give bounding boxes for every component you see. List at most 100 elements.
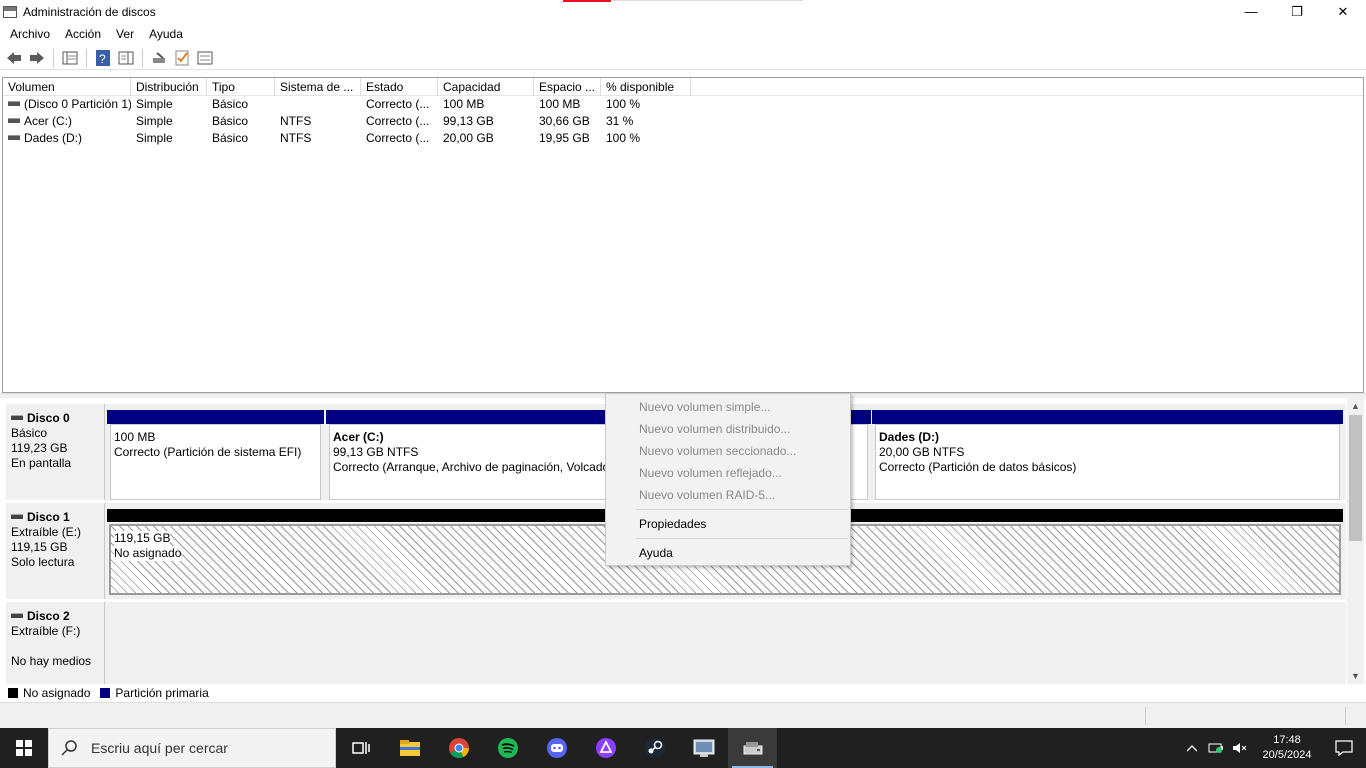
table-cell: 31 %: [606, 114, 634, 128]
disk-type: Básico: [11, 426, 48, 440]
menu-new-simple-volume[interactable]: Nuevo volumen simple...: [606, 396, 850, 418]
menu-ver[interactable]: Ver: [111, 27, 139, 41]
battery-network-icon[interactable]: [1204, 728, 1228, 768]
menu-new-striped-volume[interactable]: Nuevo volumen seccionado...: [606, 440, 850, 462]
list-view-icon[interactable]: [195, 48, 215, 68]
partition-status: Correcto (Partición de sistema EFI): [114, 445, 302, 459]
scroll-up-icon[interactable]: ▲: [1347, 398, 1364, 414]
column-header[interactable]: % disponible: [601, 78, 691, 96]
clock-time: 17:48: [1273, 734, 1301, 746]
table-row[interactable]: Acer (C:) Simple Básico NTFS Correcto (.…: [3, 113, 1363, 130]
status-separator: [1145, 707, 1146, 725]
scroll-down-icon[interactable]: ▼: [1347, 668, 1364, 684]
window-title: Administración de discos: [23, 4, 156, 19]
title-accent: [563, 0, 611, 2]
table-cell: Simple: [136, 131, 173, 145]
menu-help[interactable]: Ayuda: [606, 542, 850, 564]
partition-size: 100 MB: [114, 430, 156, 444]
column-header[interactable]: Distribución: [131, 78, 207, 96]
volume-icon: [8, 118, 20, 124]
notification-icon[interactable]: [1322, 728, 1366, 768]
legend-primary-label: Partición primaria: [115, 686, 209, 700]
column-header[interactable]: Espacio ...: [534, 78, 601, 96]
menu-properties[interactable]: Propiedades: [606, 513, 850, 535]
volume-name: Acer (C:): [24, 114, 72, 128]
toolbar-separator: [86, 48, 87, 67]
svg-text:?: ?: [99, 52, 106, 66]
start-button[interactable]: [0, 728, 48, 768]
status-separator: [1345, 707, 1346, 725]
volume-icon: [8, 135, 20, 141]
speaker-muted-icon[interactable]: [1228, 728, 1252, 768]
menu-archivo[interactable]: Archivo: [5, 27, 55, 41]
spotify-icon[interactable]: [483, 728, 532, 768]
table-cell: 100 %: [606, 131, 641, 145]
disk-size: 119,15 GB: [11, 540, 68, 554]
menu-accion[interactable]: Acción: [60, 27, 106, 41]
column-header[interactable]: Sistema de ...: [275, 78, 361, 96]
disk-0-info[interactable]: Disco 0 Básico 119,23 GB En pantalla: [6, 404, 105, 500]
table-row[interactable]: Dades (D:) Simple Básico NTFS Correcto (…: [3, 130, 1363, 147]
partition-d[interactable]: Dades (D:) 20,00 GB NTFS Correcto (Parti…: [872, 410, 1343, 500]
disk-management-icon[interactable]: [728, 728, 777, 768]
disk-name: Disco 2: [27, 609, 70, 623]
column-header[interactable]: Estado: [361, 78, 438, 96]
help-icon[interactable]: ?: [93, 48, 113, 68]
taskbar-search[interactable]: Escriu aquí per cercar: [48, 728, 336, 768]
back-arrow-icon[interactable]: [4, 48, 24, 68]
unallocated-label: No asignado: [114, 546, 182, 561]
menu-ayuda[interactable]: Ayuda: [144, 27, 188, 41]
disk-status: No hay medios: [11, 654, 92, 668]
column-header[interactable]: Capacidad: [438, 78, 534, 96]
properties-pane-icon[interactable]: [116, 48, 136, 68]
table-cell: NTFS: [280, 114, 312, 128]
minimize-button[interactable]: —: [1228, 0, 1274, 23]
disk-map-scrollbar[interactable]: ▲ ▼: [1347, 398, 1364, 684]
volume-name: Dades (D:): [24, 131, 83, 145]
table-cell: Correcto (...: [366, 114, 430, 128]
menu-separator: [636, 509, 848, 510]
scroll-thumb[interactable]: [1349, 415, 1362, 541]
connect-icon[interactable]: [149, 48, 169, 68]
menu-new-spanned-volume[interactable]: Nuevo volumen distribuido...: [606, 418, 850, 440]
disk-2-info[interactable]: Disco 2 Extraíble (F:) No hay medios: [6, 602, 105, 684]
table-cell: Básico: [212, 114, 249, 128]
column-header[interactable]: Tipo: [207, 78, 275, 96]
disk-name: Disco 0: [27, 411, 70, 425]
file-explorer-icon[interactable]: [385, 728, 434, 768]
context-menu: Nuevo volumen simple... Nuevo volumen di…: [605, 393, 851, 566]
disk-size: [11, 639, 104, 654]
column-header[interactable]: Volumen: [3, 78, 131, 96]
disk-icon: [11, 414, 23, 420]
task-view-icon[interactable]: [336, 728, 385, 768]
discord-icon[interactable]: [532, 728, 581, 768]
search-icon: [61, 740, 77, 756]
close-button[interactable]: ✕: [1320, 0, 1366, 23]
forward-arrow-icon[interactable]: [27, 48, 47, 68]
table-cell: 100 MB: [443, 97, 485, 111]
control-panel-icon[interactable]: [679, 728, 728, 768]
checklist-icon[interactable]: [172, 48, 192, 68]
menu-new-raid5-volume[interactable]: Nuevo volumen RAID-5...: [606, 484, 850, 506]
taskbar: Escriu aquí per cercar 17:48 20/5/2024: [0, 728, 1366, 768]
chevron-up-icon[interactable]: [1180, 728, 1204, 768]
clock[interactable]: 17:48 20/5/2024: [1252, 733, 1322, 763]
partition-efi[interactable]: 100 MB Correcto (Partición de sistema EF…: [107, 410, 324, 500]
menu-new-mirrored-volume[interactable]: Nuevo volumen reflejado...: [606, 462, 850, 484]
table-cell: 100 MB: [539, 97, 581, 111]
volume-list-header: Volumen Distribución Tipo Sistema de ...…: [3, 78, 1363, 96]
toolbar-separator: [142, 48, 143, 67]
table-cell: 20,00 GB: [443, 131, 494, 145]
disk-type: Extraíble (F:): [11, 624, 81, 638]
table-cell: 99,13 GB: [443, 114, 494, 128]
partition-name: Dades (D:): [879, 430, 940, 444]
table-row[interactable]: (Disco 0 Partición 1) Simple Básico Corr…: [3, 96, 1363, 113]
disk-1-info[interactable]: Disco 1 Extraíble (E:) 119,15 GB Solo le…: [6, 503, 105, 599]
table-cell: [275, 96, 361, 113]
steam-icon[interactable]: [630, 728, 679, 768]
show-hide-tree-icon[interactable]: [60, 48, 80, 68]
proton-vpn-icon[interactable]: [581, 728, 630, 768]
volume-name: (Disco 0 Partición 1): [24, 97, 131, 111]
restore-button[interactable]: ❐: [1274, 0, 1320, 23]
chrome-icon[interactable]: [434, 728, 483, 768]
